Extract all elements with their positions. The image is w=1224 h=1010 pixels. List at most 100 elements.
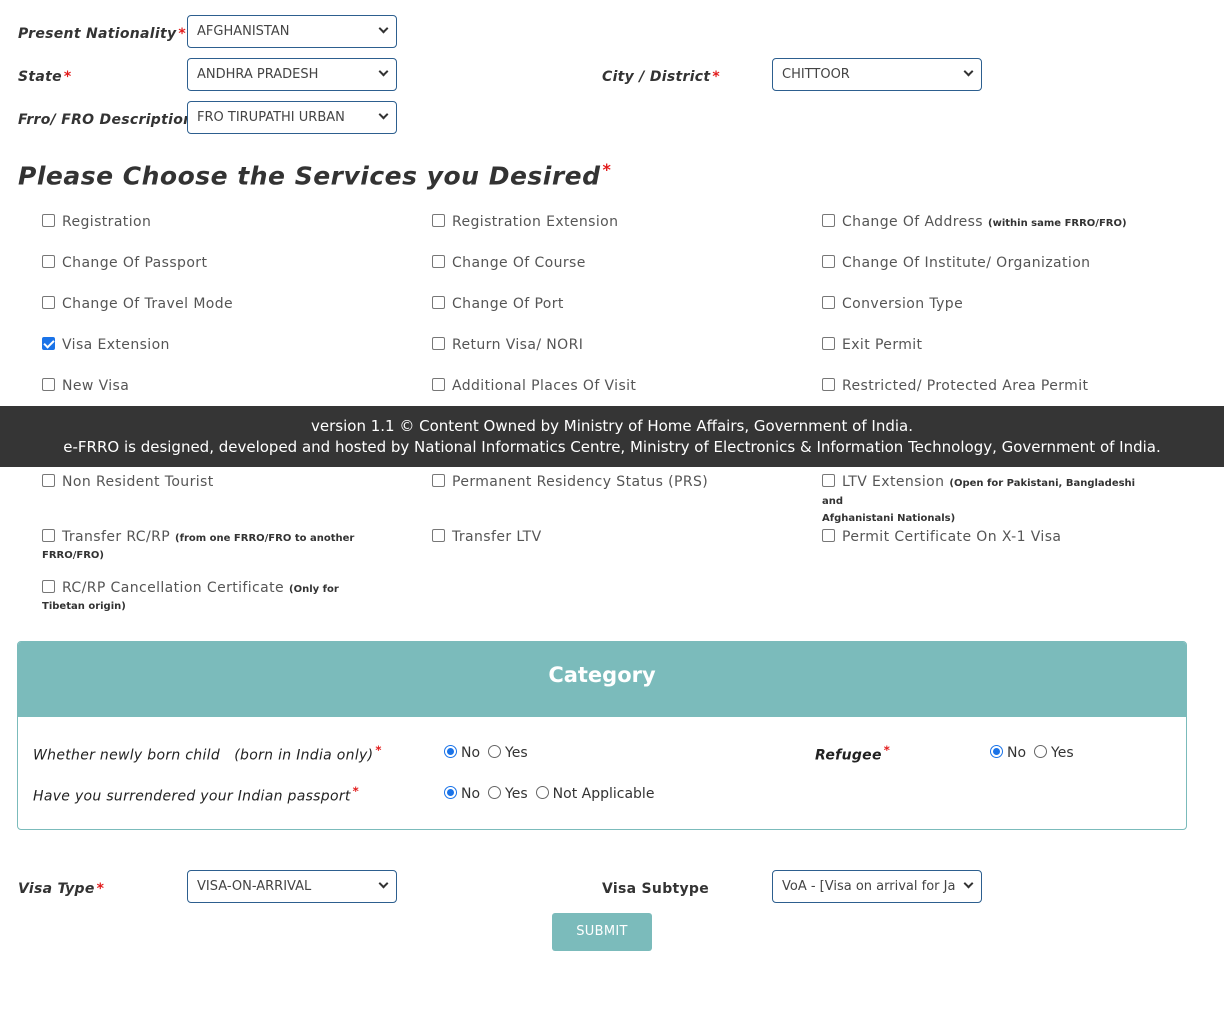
checkbox-icon[interactable] — [822, 474, 835, 487]
radio-selected-icon[interactable] — [990, 745, 1003, 758]
surrendered-option-not-applicable[interactable]: Not Applicable — [535, 786, 654, 802]
service-option[interactable]: LTV Extension (Open for Pakistani, Bangla… — [822, 474, 1152, 527]
service-label: LTV Extension — [842, 474, 945, 490]
service-option[interactable]: New Visa — [42, 378, 129, 395]
service-option[interactable]: Change Of Address (within same FRRO/FRO) — [822, 214, 1127, 232]
radio-label: Yes — [1051, 745, 1074, 761]
checkbox-icon[interactable] — [42, 580, 55, 593]
checkbox-icon[interactable] — [432, 378, 445, 391]
checkbox-icon[interactable] — [432, 255, 445, 268]
required-mark: * — [883, 743, 891, 757]
nationality-select[interactable]: AFGHANISTAN — [187, 15, 397, 48]
radio-label: No — [1007, 745, 1027, 761]
service-option[interactable]: Change Of Travel Mode — [42, 296, 233, 313]
chevron-down-icon — [378, 878, 389, 889]
checkbox-icon[interactable] — [42, 296, 55, 309]
service-option[interactable]: Conversion Type — [822, 296, 963, 313]
surrendered-option-yes[interactable]: Yes — [488, 786, 528, 802]
nationality-label: Present Nationality * — [18, 26, 186, 42]
service-option[interactable]: Registration — [42, 214, 151, 231]
service-label: Exit Permit — [842, 337, 923, 353]
chevron-down-icon — [963, 878, 974, 889]
refugee-radio-group: No Yes — [990, 745, 1082, 761]
service-label: Change Of Port — [452, 296, 564, 312]
service-option[interactable]: Visa Extension — [42, 337, 170, 354]
radio-icon[interactable] — [488, 786, 502, 799]
service-option[interactable]: Return Visa/ NORI — [432, 337, 583, 354]
checkbox-icon[interactable] — [42, 474, 55, 487]
service-label: Registration — [62, 214, 152, 230]
newborn-question: Whether newly born child (born in India … — [33, 743, 382, 764]
visa-subtype-select[interactable]: VoA - [Visa on arrival for Ja — [772, 870, 982, 903]
checkbox-icon[interactable] — [822, 214, 835, 227]
surrendered-option-no[interactable]: No — [444, 786, 480, 802]
radio-icon[interactable] — [1034, 745, 1048, 758]
service-option[interactable]: Permit Certificate On X-1 Visa — [822, 529, 1061, 546]
visa-subtype-value: VoA - [Visa on arrival for Ja — [782, 879, 956, 894]
checkbox-icon[interactable] — [822, 529, 835, 542]
checkbox-icon[interactable] — [822, 296, 835, 309]
service-option[interactable]: Change Of Passport — [42, 255, 207, 272]
service-label: New Visa — [62, 378, 130, 394]
checkbox-icon[interactable] — [42, 255, 55, 268]
city-label-text: City / District — [602, 69, 711, 85]
service-option[interactable]: Permanent Residency Status (PRS) — [432, 474, 708, 491]
site-footer: version 1.1 © Content Owned by Ministry … — [0, 406, 1224, 467]
surrendered-question: Have you surrendered your Indian passpor… — [33, 784, 359, 805]
refugee-option-no[interactable]: No — [990, 745, 1026, 761]
services-heading: Please Choose the Services you Desired * — [18, 160, 611, 190]
checkbox-checked-icon[interactable] — [42, 337, 55, 350]
submit-button[interactable]: SUBMIT — [552, 913, 652, 951]
service-option[interactable]: Exit Permit — [822, 337, 922, 354]
chevron-down-icon — [378, 109, 389, 120]
service-option[interactable]: Additional Places Of Visit — [432, 378, 636, 395]
visa-subtype-label: Visa Subtype — [602, 881, 710, 897]
visa-type-select[interactable]: VISA-ON-ARRIVAL — [187, 870, 397, 903]
frro-select[interactable]: FRO TIRUPATHI URBAN — [187, 101, 397, 134]
service-option[interactable]: Non Resident Tourist — [42, 474, 214, 491]
visa-type-value: VISA-ON-ARRIVAL — [197, 879, 312, 894]
service-label: RC/RP Cancellation Certificate — [62, 580, 285, 596]
checkbox-icon[interactable] — [42, 378, 55, 391]
newborn-option-no[interactable]: No — [444, 745, 480, 761]
state-select[interactable]: ANDHRA PRADESH — [187, 58, 397, 91]
checkbox-icon[interactable] — [42, 214, 55, 227]
service-label: Return Visa/ NORI — [452, 337, 584, 353]
nationality-value: AFGHANISTAN — [197, 24, 290, 39]
service-note-continued: Afghanistani Nationals) — [822, 513, 956, 524]
service-option[interactable]: Transfer RC/RP (from one FRRO/FRO to anot… — [42, 529, 372, 564]
service-label: Change Of Address — [842, 214, 984, 230]
checkbox-icon[interactable] — [822, 255, 835, 268]
newborn-option-yes[interactable]: Yes — [488, 745, 528, 761]
radio-icon[interactable] — [488, 745, 502, 758]
checkbox-icon[interactable] — [432, 529, 445, 542]
city-select[interactable]: CHITTOOR — [772, 58, 982, 91]
checkbox-icon[interactable] — [822, 337, 835, 350]
required-mark: * — [178, 26, 187, 42]
footer-line-1: version 1.1 © Content Owned by Ministry … — [311, 417, 913, 435]
visa-type-label-text: Visa Type — [18, 881, 95, 897]
service-note-continued: Tibetan origin) — [42, 601, 126, 612]
service-label: Additional Places Of Visit — [452, 378, 637, 394]
checkbox-icon[interactable] — [432, 337, 445, 350]
service-option[interactable]: Change Of Port — [432, 296, 564, 313]
radio-selected-icon[interactable] — [444, 786, 457, 799]
radio-icon[interactable] — [535, 786, 549, 799]
checkbox-icon[interactable] — [432, 296, 445, 309]
service-option[interactable]: Change Of Institute/ Organization — [822, 255, 1090, 272]
service-option[interactable]: RC/RP Cancellation Certificate (Only for T… — [42, 580, 372, 615]
required-mark: * — [375, 743, 382, 757]
checkbox-icon[interactable] — [432, 214, 445, 227]
service-option[interactable]: Restricted/ Protected Area Permit — [822, 378, 1088, 395]
service-note: (Only for — [289, 584, 339, 595]
checkbox-icon[interactable] — [822, 378, 835, 391]
checkbox-icon[interactable] — [42, 529, 55, 542]
service-option[interactable]: Registration Extension — [432, 214, 618, 231]
frro-label: Frro/ FRO Description* — [18, 112, 203, 128]
service-option[interactable]: Change Of Course — [432, 255, 586, 272]
service-option[interactable]: Transfer LTV — [432, 529, 542, 546]
radio-selected-icon[interactable] — [444, 745, 457, 758]
service-label: Change Of Passport — [62, 255, 208, 271]
checkbox-icon[interactable] — [432, 474, 445, 487]
refugee-option-yes[interactable]: Yes — [1034, 745, 1074, 761]
